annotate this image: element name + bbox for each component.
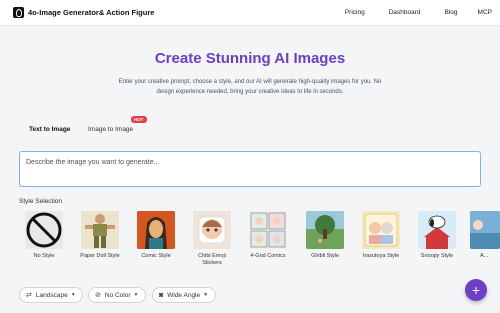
style-label: Snoopy Style [420,253,454,259]
plus-icon: + [471,282,481,298]
color-value: No Color [104,291,131,299]
paper-doll-thumbnail [81,211,119,249]
swap-arrows-icon: ⇄ [26,292,32,299]
style-label: Comic Style [141,253,171,259]
style-section-label: Style Selection [19,198,62,205]
chevron-down-icon: ▼ [133,292,139,298]
style-option-no-style[interactable]: No Style [21,211,67,260]
no-style-icon [25,211,63,249]
orientation-value: Landscape [35,291,68,299]
style-label: No Style [33,253,55,259]
color-select[interactable]: ⊘ No Color ▼ [88,287,146,303]
style-label: Paper Doll Style [80,253,120,259]
no-color-icon: ⊘ [95,292,101,299]
irasutoya-thumbnail [362,211,400,249]
orientation-select[interactable]: ⇄ Landscape ▼ [19,287,83,303]
page-title: Create Stunning AI Images [154,50,346,67]
style-option-chibi-emoji[interactable]: Chibi Emoji Stickers [189,211,235,267]
page-subtitle: Enter your creative prompt, choose a sty… [118,79,382,95]
partial-style-thumbnail [470,211,500,249]
app-title[interactable]: 4o-Image Generator& Action Figure [28,8,154,17]
style-option-snoopy[interactable]: Snoopy Style [414,211,460,260]
ghibli-thumbnail [306,211,344,249]
angle-value: Wide Angle [167,291,201,299]
main-nav: Pricing Dashboard Blog MCP [345,9,492,16]
add-floating-button[interactable]: + [465,279,487,301]
style-label: Ghibli Style [311,253,339,259]
angle-select[interactable]: ◙ Wide Angle ▼ [152,287,216,303]
nav-dashboard-link[interactable]: Dashboard [389,9,421,16]
style-option-paper-doll[interactable]: Paper Doll Style [77,211,123,260]
style-label: 4-Grid Comics [250,253,286,259]
comic-thumbnail [137,211,175,249]
hot-badge: HOT [131,116,147,123]
top-navbar: 4o-Image Generator& Action Figure Pricin… [0,0,500,26]
4-grid-comics-thumbnail [249,211,287,249]
snoopy-thumbnail [418,211,456,249]
style-option-irasutoya[interactable]: Irasutoya Style [358,211,404,260]
tab-text-to-image[interactable]: Text to Image [29,126,70,133]
prompt-input[interactable] [19,151,481,187]
nav-mcp-link[interactable]: MCP [478,9,492,16]
chibi-emoji-thumbnail [193,211,231,249]
app-logo-icon[interactable] [13,7,24,18]
chevron-down-icon: ▼ [70,292,76,298]
nav-pricing-link[interactable]: Pricing [345,9,365,16]
style-label: Irasutoya Style [362,253,400,259]
style-label: A... [480,253,489,259]
style-label: Chibi Emoji Stickers [198,253,226,266]
nav-blog-link[interactable]: Blog [445,9,458,16]
style-option-partial[interactable]: A... [470,211,500,260]
tab-image-to-image[interactable]: Image to Image [88,126,133,133]
style-option-ghibli[interactable]: Ghibli Style [302,211,348,260]
style-option-comic[interactable]: Comic Style [133,211,179,260]
chevron-down-icon: ▼ [203,292,209,298]
camera-icon: ◙ [159,291,164,299]
style-option-4-grid-comics[interactable]: 4-Grid Comics [245,211,291,260]
